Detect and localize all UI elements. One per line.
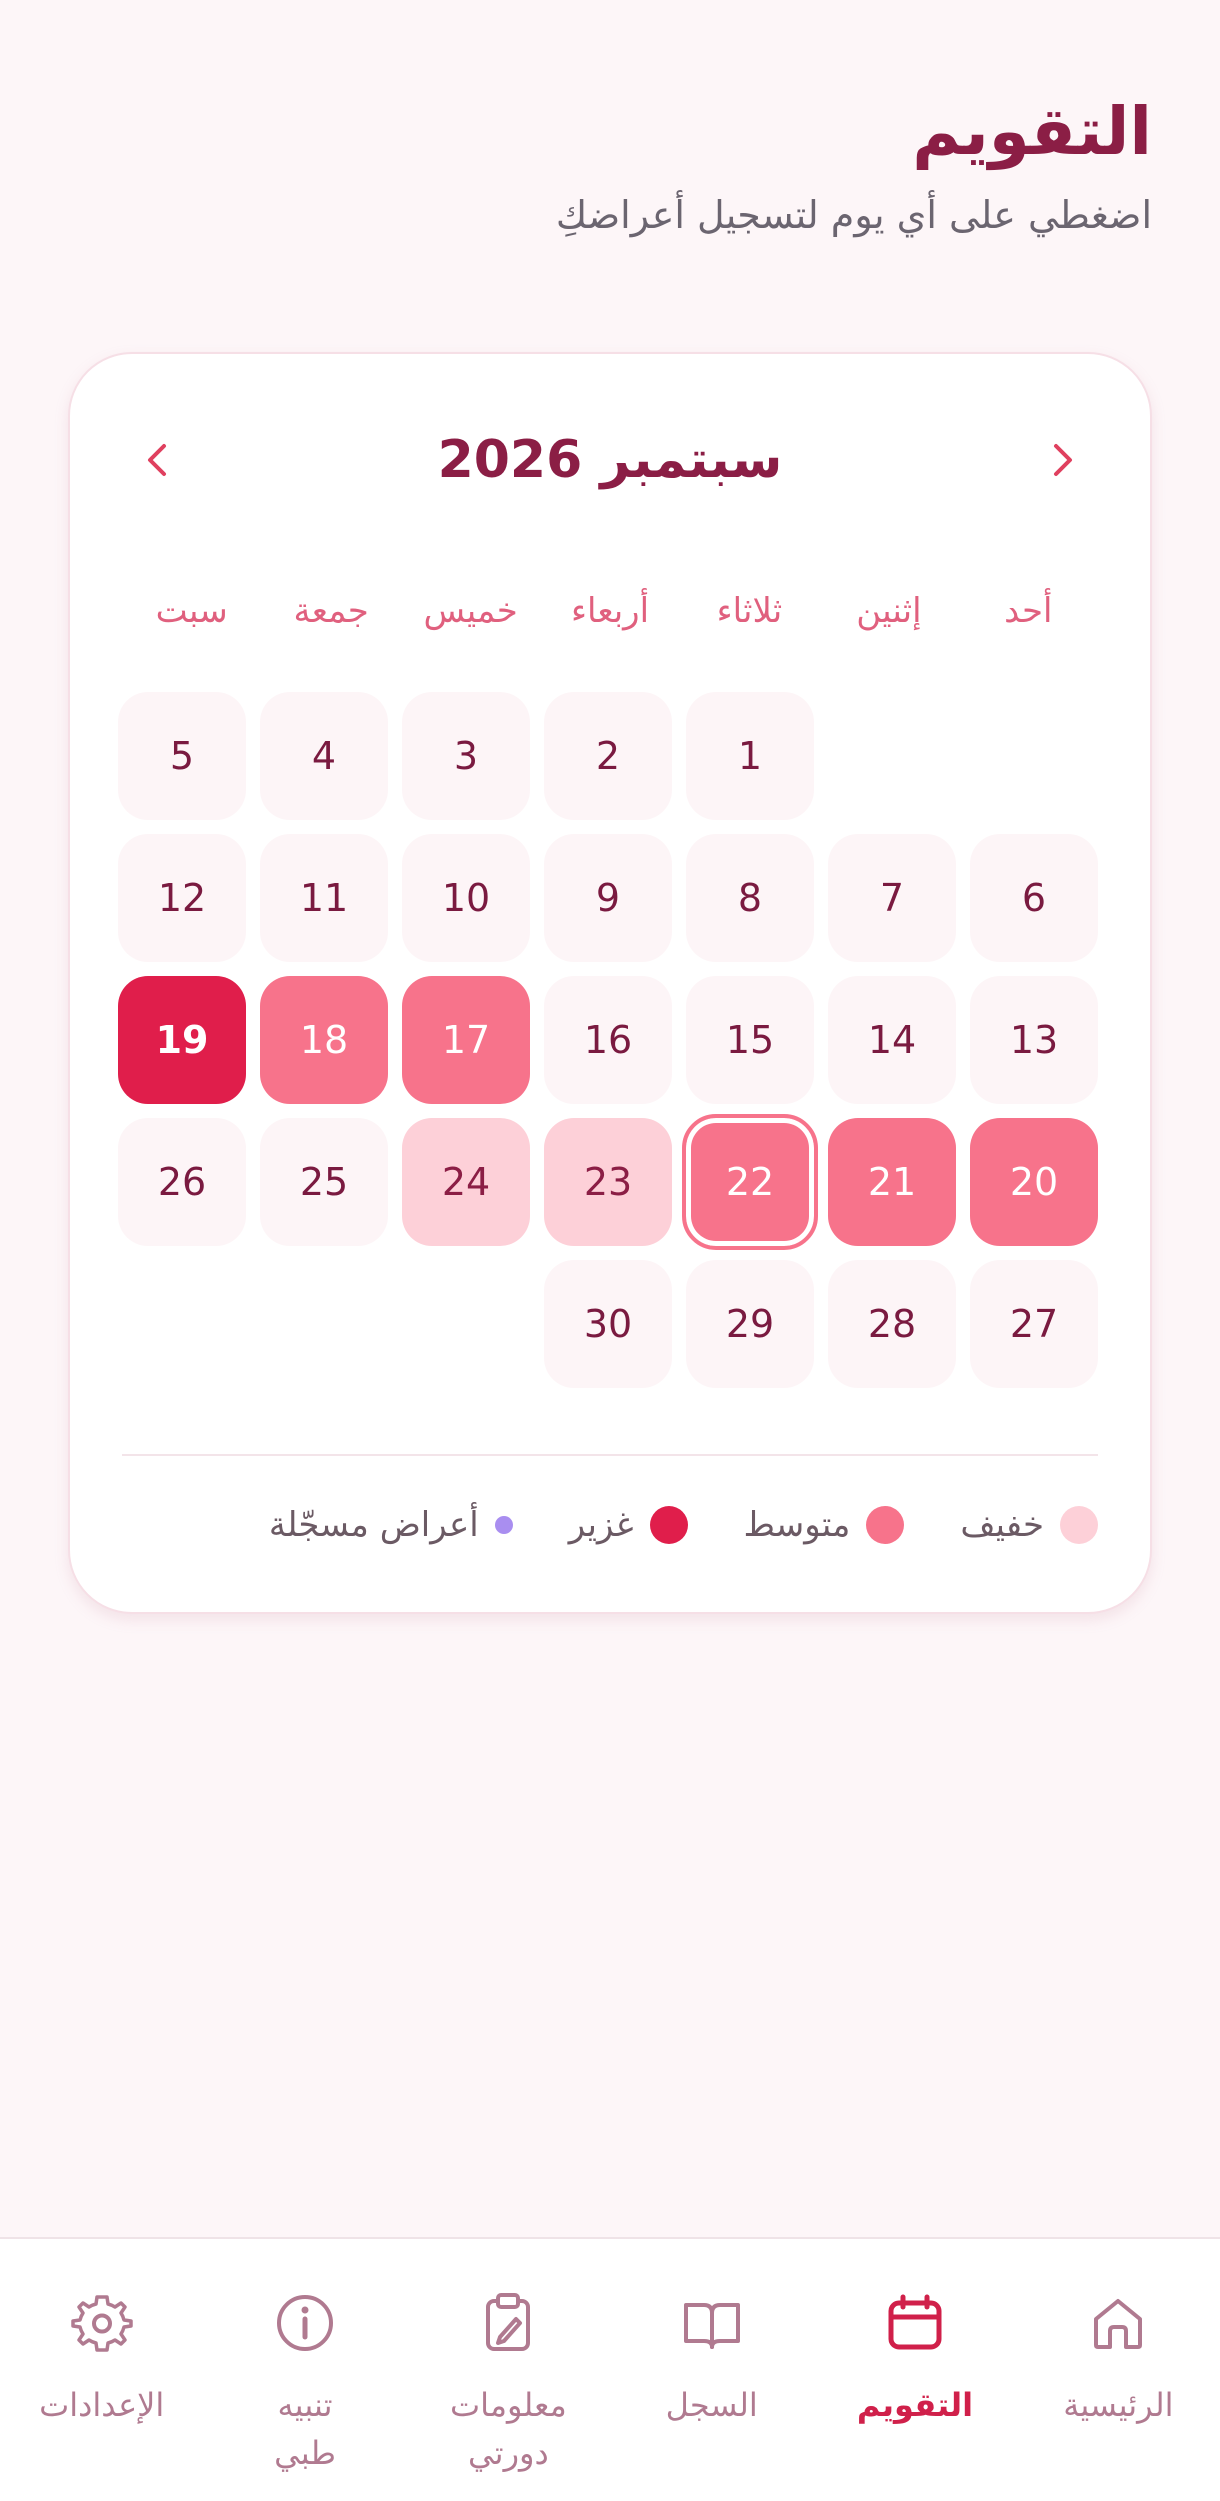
nav-label: السجل <box>665 2386 758 2424</box>
legend-dot <box>494 1516 513 1534</box>
nav-item-cycle-info[interactable]: معلومات دورتي <box>418 2287 598 2477</box>
weekday-label: ثلاثاء <box>716 591 783 631</box>
day-grid: 1 2 3 4 5 6 7 8 9 10 11 12 13 14 15 16 17 18 19 20 21 22 23 24 2… <box>118 692 1098 1388</box>
month-navigation: سبتمبر 2026 <box>122 410 1098 510</box>
legend-item: متوسط <box>744 1505 905 1545</box>
calendar-day[interactable]: 10 <box>402 834 530 962</box>
legend-dot <box>866 1506 905 1544</box>
legend: خفيف متوسط غزير أعراض مسجّلة <box>122 1490 1098 1560</box>
calendar-day[interactable]: 4 <box>260 692 388 820</box>
calendar-day[interactable]: 25 <box>260 1118 388 1246</box>
home-icon <box>1086 2287 1150 2359</box>
clipboard-edit-icon <box>476 2287 540 2359</box>
calendar-day[interactable]: 8 <box>686 834 814 962</box>
book-icon <box>680 2287 744 2359</box>
page-header: التقويم اضغطي على أي يوم لتسجيل أعراضكِ <box>68 86 1152 242</box>
nav-item-settings[interactable]: الإعدادات <box>12 2287 192 2429</box>
calendar-icon <box>883 2287 947 2359</box>
legend-dot <box>649 1506 688 1544</box>
calendar-day-empty <box>828 692 956 820</box>
weekday-label: خميس <box>423 591 518 631</box>
calendar-day[interactable]: 12 <box>118 834 246 962</box>
calendar-day[interactable]: 7 <box>828 834 956 962</box>
page-title: التقويم <box>912 93 1152 170</box>
calendar-day[interactable]: 17 <box>402 976 530 1104</box>
calendar-day[interactable]: 3 <box>402 692 530 820</box>
page-subtitle: اضغطي على أي يوم لتسجيل أعراضكِ <box>555 193 1152 237</box>
calendar-day[interactable]: 19 <box>118 976 246 1104</box>
calendar-day[interactable]: 11 <box>260 834 388 962</box>
bottom-navigation: الرئيسية التقويم السجل معلومات دورتي تنب… <box>0 2237 1220 2501</box>
calendar-day[interactable]: 24 <box>402 1118 530 1246</box>
legend-dot <box>1060 1506 1098 1544</box>
month-title: سبتمبر 2026 <box>437 430 783 490</box>
legend-item: غزير <box>569 1505 688 1545</box>
calendar-day-empty <box>260 1260 388 1388</box>
calendar-day[interactable]: 18 <box>260 976 388 1104</box>
weekday-label: إثنين <box>856 591 922 631</box>
calendar-day[interactable]: 22 <box>682 1114 818 1250</box>
chevron-right-icon <box>1054 444 1072 476</box>
calendar-card: سبتمبر 2026 أحد إثنين ثلاثاء أربعاء خميس… <box>68 352 1152 1614</box>
calendar-day[interactable]: 16 <box>544 976 672 1104</box>
weekday-header: أحد إثنين ثلاثاء أربعاء خميس جمعة سبت <box>122 576 1098 646</box>
nav-item-calendar[interactable]: التقويم <box>825 2287 1005 2429</box>
previous-month-button[interactable] <box>122 425 192 495</box>
weekday-label: أحد <box>1004 591 1053 631</box>
nav-item-log[interactable]: السجل <box>622 2287 802 2429</box>
legend-divider <box>122 1454 1098 1456</box>
calendar-day[interactable]: 23 <box>544 1118 672 1246</box>
calendar-day[interactable]: 6 <box>970 834 1098 962</box>
calendar-day[interactable]: 1 <box>686 692 814 820</box>
legend-item: خفيف <box>960 1505 1098 1545</box>
nav-item-home[interactable]: الرئيسية <box>1028 2287 1208 2429</box>
calendar-day[interactable]: 20 <box>970 1118 1098 1246</box>
legend-label: خفيف <box>960 1505 1044 1545</box>
nav-label: التقويم <box>856 2386 974 2424</box>
calendar-day-empty <box>402 1260 530 1388</box>
calendar-day[interactable]: 30 <box>544 1260 672 1388</box>
calendar-day-empty <box>970 692 1098 820</box>
calendar-day[interactable]: 27 <box>970 1260 1098 1388</box>
nav-label: معلومات دورتي <box>450 2386 567 2472</box>
calendar-day[interactable]: 28 <box>828 1260 956 1388</box>
calendar-day[interactable]: 9 <box>544 834 672 962</box>
calendar-day-empty <box>118 1260 246 1388</box>
calendar-day[interactable]: 21 <box>828 1118 956 1246</box>
legend-label: غزير <box>568 1505 634 1545</box>
weekday-label: أربعاء <box>570 591 650 631</box>
gear-icon <box>70 2287 134 2359</box>
nav-label: الإعدادات <box>39 2386 165 2424</box>
weekday-label: سبت <box>155 591 228 631</box>
chevron-left-icon <box>148 444 166 476</box>
nav-label: الرئيسية <box>1063 2386 1174 2424</box>
calendar-day[interactable]: 2 <box>544 692 672 820</box>
calendar-day[interactable]: 26 <box>118 1118 246 1246</box>
next-month-button[interactable] <box>1028 425 1098 495</box>
calendar-day[interactable]: 14 <box>828 976 956 1104</box>
weekday-label: جمعة <box>293 591 369 631</box>
calendar-day[interactable]: 15 <box>686 976 814 1104</box>
legend-label: أعراض مسجّلة <box>268 1505 479 1545</box>
nav-item-medical-alert[interactable]: تنبيه طبي <box>215 2287 395 2477</box>
calendar-day[interactable]: 29 <box>686 1260 814 1388</box>
nav-label: تنبيه طبي <box>274 2386 336 2472</box>
legend-label: متوسط <box>743 1505 851 1545</box>
calendar-day[interactable]: 5 <box>118 692 246 820</box>
info-icon <box>273 2287 337 2359</box>
calendar-day[interactable]: 13 <box>970 976 1098 1104</box>
legend-item: أعراض مسجّلة <box>269 1505 513 1545</box>
